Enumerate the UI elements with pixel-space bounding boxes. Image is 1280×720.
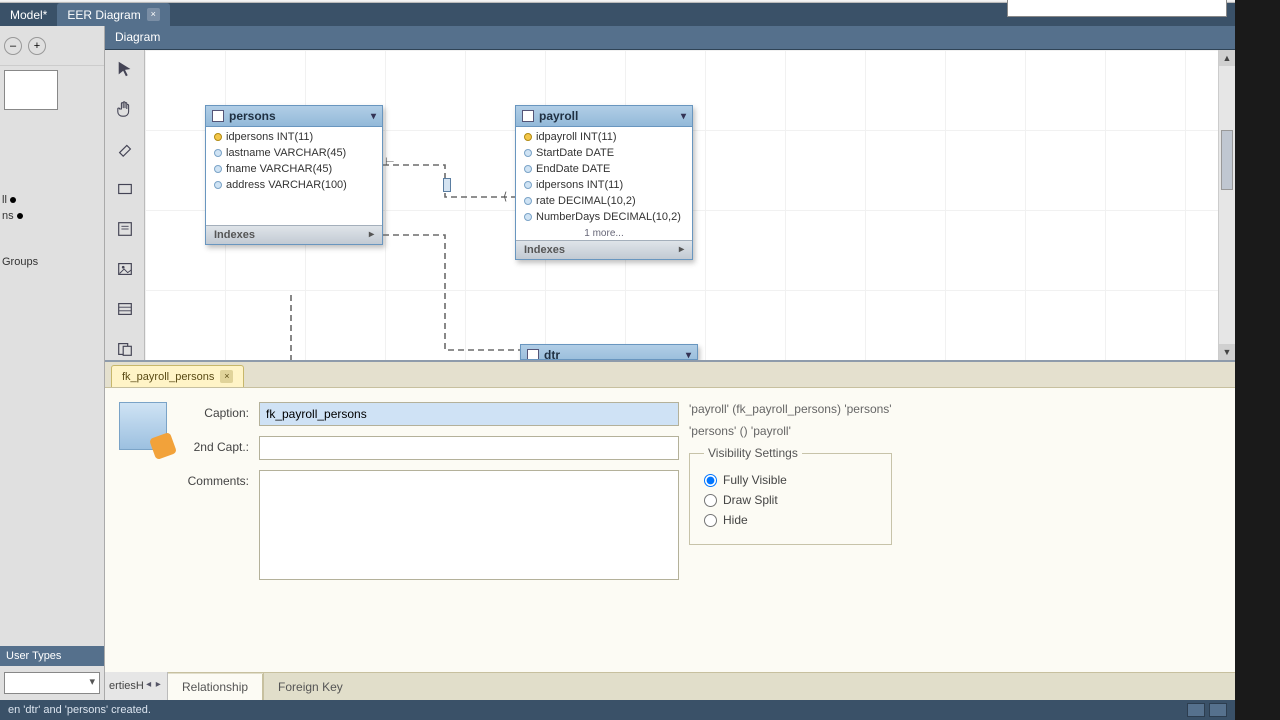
indexes-bar[interactable]: Indexes▸ <box>206 225 382 244</box>
entity-persons[interactable]: persons ▾ idpersons INT(11) lastname VAR… <box>205 105 383 245</box>
label-comments: Comments: <box>179 470 249 488</box>
canvas-vscrollbar[interactable]: ▲ ▼ <box>1218 50 1235 360</box>
scroll-thumb[interactable] <box>1221 130 1233 190</box>
radio-hide[interactable] <box>704 514 717 527</box>
relationship-desc-1: 'payroll' (fk_payroll_persons) 'persons' <box>689 402 892 416</box>
close-icon[interactable]: × <box>147 8 160 21</box>
erase-tool-icon[interactable] <box>114 138 136 160</box>
status-button[interactable] <box>1209 703 1227 717</box>
document-tabs: Model* EER Diagram × <box>0 3 1235 26</box>
hand-tool-icon[interactable] <box>114 98 136 120</box>
section-user-types[interactable]: User Types <box>0 646 104 666</box>
tree-groups[interactable]: Groups <box>2 254 102 270</box>
table-icon <box>212 110 224 122</box>
column-row[interactable]: idpersons INT(11) <box>516 177 692 193</box>
navigator-thumbnail[interactable] <box>4 70 58 110</box>
radio-draw-split[interactable] <box>704 494 717 507</box>
column-row[interactable]: idpayroll INT(11) <box>516 129 692 145</box>
image-tool-icon[interactable] <box>114 258 136 280</box>
property-tab-fk[interactable]: fk_payroll_persons × <box>111 365 244 387</box>
entity-payroll[interactable]: payroll ▾ idpayroll INT(11) StartDate DA… <box>515 105 693 260</box>
nav-next-icon[interactable]: ▸ <box>153 679 163 693</box>
svg-text:⊢: ⊢ <box>385 156 395 168</box>
more-indicator[interactable]: 1 more... <box>516 227 692 240</box>
column-row[interactable]: lastname VARCHAR(45) <box>206 145 382 161</box>
column-row[interactable]: EndDate DATE <box>516 161 692 177</box>
label-caption: Caption: <box>179 402 249 420</box>
svg-text:⟨: ⟨ <box>503 191 507 203</box>
properties-panel: fk_payroll_persons × Caption: 'payroll' … <box>105 360 1235 700</box>
toolbar-search[interactable] <box>1007 0 1227 17</box>
status-message: en 'dtr' and 'persons' created. <box>8 704 151 716</box>
table-icon <box>522 110 534 122</box>
entity-title: payroll <box>539 109 578 123</box>
column-row[interactable]: NumberDays DECIMAL(10,2) <box>516 209 692 225</box>
entity-title: dtr <box>544 348 560 360</box>
relationship-desc-2: 'persons' () 'payroll' <box>689 424 892 438</box>
tab-eer-diagram[interactable]: EER Diagram × <box>57 3 169 26</box>
property-bottom-tabs: Relationship Foreign Key <box>168 672 1235 700</box>
note-tool-icon[interactable] <box>114 218 136 240</box>
status-bar: en 'dtr' and 'persons' created. <box>0 700 1235 720</box>
column-row[interactable]: address VARCHAR(100) <box>206 177 382 193</box>
scroll-down-icon[interactable]: ▼ <box>1219 344 1235 360</box>
radio-fully-visible[interactable] <box>704 474 717 487</box>
label-second-caption: 2nd Capt.: <box>179 436 249 454</box>
usertype-combo[interactable] <box>4 672 100 694</box>
collapse-icon[interactable]: ▾ <box>681 111 686 122</box>
side-properties-tab[interactable]: erties H ◂ ▸ <box>105 672 168 700</box>
column-row[interactable]: idpersons INT(11) <box>206 129 382 145</box>
close-icon[interactable]: × <box>220 370 233 383</box>
table-tool-icon[interactable] <box>114 298 136 320</box>
tab-foreign-key[interactable]: Foreign Key <box>264 674 357 700</box>
relationship-handle[interactable] <box>443 178 451 192</box>
zoom-in-icon[interactable]: + <box>28 37 46 55</box>
entity-title: persons <box>229 109 276 123</box>
layer-tool-icon[interactable] <box>114 178 136 200</box>
left-sidebar: – + ll ns Groups User Types <box>0 26 105 700</box>
table-icon <box>527 349 539 360</box>
diagram-toolbar <box>105 50 145 360</box>
tab-model[interactable]: Model* <box>0 3 57 26</box>
scroll-up-icon[interactable]: ▲ <box>1219 50 1235 66</box>
visibility-fieldset: Visibility Settings Fully Visible Draw S… <box>689 446 892 545</box>
entity-dtr[interactable]: dtr ▾ <box>520 344 698 360</box>
column-row[interactable]: fname VARCHAR(45) <box>206 161 382 177</box>
catalog-tree[interactable]: ll ns Groups <box>0 186 104 646</box>
column-row[interactable]: rate DECIMAL(10,2) <box>516 193 692 209</box>
collapse-icon[interactable]: ▾ <box>371 111 376 122</box>
diagram-header: Diagram <box>105 26 1235 50</box>
relationship-icon <box>119 402 167 450</box>
caption-input[interactable] <box>259 402 679 426</box>
collapse-icon[interactable]: ▾ <box>686 350 691 361</box>
second-caption-input[interactable] <box>259 436 679 460</box>
column-row[interactable]: StartDate DATE <box>516 145 692 161</box>
nav-prev-icon[interactable]: ◂ <box>144 679 154 693</box>
status-button[interactable] <box>1187 703 1205 717</box>
zoom-out-icon[interactable]: – <box>4 37 22 55</box>
indexes-bar[interactable]: Indexes▸ <box>516 240 692 259</box>
tab-relationship[interactable]: Relationship <box>168 674 263 700</box>
comments-textarea[interactable] <box>259 470 679 580</box>
view-tool-icon[interactable] <box>114 338 136 360</box>
diagram-canvas[interactable]: persons ▾ idpersons INT(11) lastname VAR… <box>145 50 1218 360</box>
pointer-tool-icon[interactable] <box>114 58 136 80</box>
